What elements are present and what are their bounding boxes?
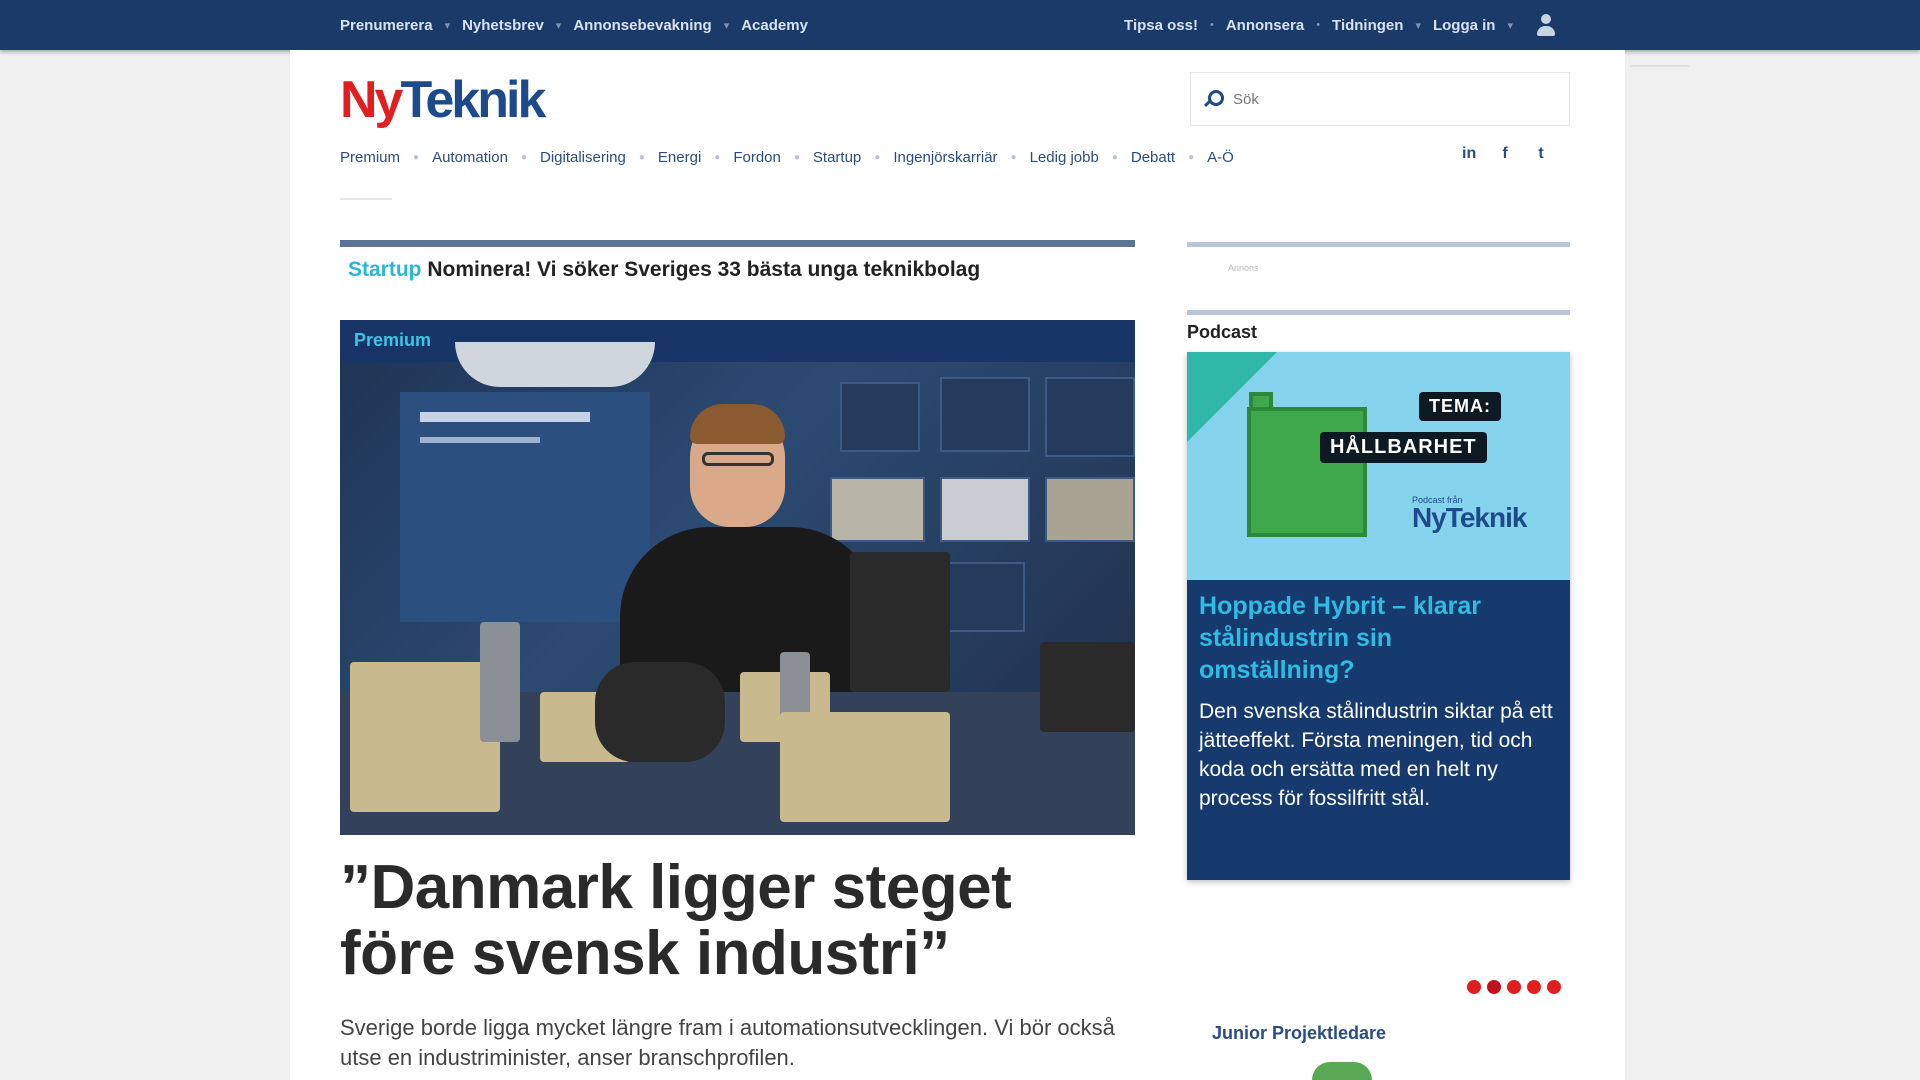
top-nav-left: Prenumerera ▾ Nyhetsbrev ▾ Annonsebevakn…	[340, 0, 808, 50]
carousel-dot[interactable]	[1527, 980, 1541, 994]
factory-icon	[1247, 407, 1367, 537]
hero-image	[340, 342, 1135, 835]
carousel-dot[interactable]	[1547, 980, 1561, 994]
nav-automation[interactable]: Automation	[432, 149, 508, 166]
login-link[interactable]: Logga in	[1433, 17, 1496, 34]
wall-panel	[940, 377, 1030, 452]
wall-panel	[940, 477, 1030, 542]
chevron-down-icon: ▾	[444, 19, 451, 32]
separator: ●	[1111, 151, 1118, 163]
machine-part	[780, 712, 950, 822]
separator: ●	[793, 151, 800, 163]
sidebar-rule	[1187, 310, 1570, 315]
divider	[340, 198, 392, 200]
kicker-text: Nominera! Vi söker Sveriges 33 bästa ung…	[427, 258, 981, 281]
rail-divider	[1630, 65, 1690, 67]
logo-ny: Ny	[340, 71, 404, 129]
topnav-ads[interactable]: Annonsebevakning	[573, 17, 711, 34]
nav-vehicles[interactable]: Fordon	[733, 149, 781, 166]
separator: •	[1316, 19, 1321, 31]
nav-startup[interactable]: Startup	[813, 149, 861, 166]
topnav-academy[interactable]: Academy	[741, 17, 808, 34]
chevron-down-icon: ▾	[555, 19, 562, 32]
ad-label: Annons	[1228, 263, 1259, 273]
topnav-tips[interactable]: Tipsa oss!	[1124, 17, 1198, 34]
separator: ●	[714, 151, 721, 163]
top-bar: Prenumerera ▾ Nyhetsbrev ▾ Annonsebevakn…	[0, 0, 1920, 50]
wall-panel	[1045, 477, 1135, 542]
poster	[400, 392, 650, 622]
separator: ●	[1188, 151, 1195, 163]
topnav-advertise[interactable]: Annonsera	[1226, 17, 1304, 34]
logo-teknik: Teknik	[400, 71, 546, 129]
article-headline[interactable]: ”Danmark ligger steget före svensk indus…	[340, 855, 1140, 987]
hero-article[interactable]: Premium	[340, 320, 1135, 835]
chevron-down-icon: ▾	[1415, 19, 1421, 32]
wall-panel	[1045, 377, 1135, 457]
kicker-tag: Startup	[348, 258, 422, 281]
nav-career[interactable]: Ingenjörskarriär	[893, 149, 997, 166]
nav-premium[interactable]: Premium	[340, 149, 400, 166]
job-listing-title[interactable]: Junior Projektledare	[1212, 1023, 1386, 1044]
wall-panel	[840, 382, 920, 452]
chevron-down-icon: ▾	[723, 19, 730, 32]
podcast-description: Den svenska stålindustrin siktar på ett …	[1199, 700, 1553, 810]
podcast-card[interactable]: TEMA: HÅLLBARHET Podcast från NyTeknik H…	[1187, 352, 1570, 880]
top-nav-right: Tipsa oss! • Annonsera • Tidningen ▾ Log…	[1124, 0, 1557, 50]
facebook-icon[interactable]: f	[1498, 145, 1512, 163]
topnav-newsletter[interactable]: Nyhetsbrev	[462, 17, 544, 34]
social-links: in f t	[1462, 145, 1548, 163]
separator: •	[1209, 19, 1214, 31]
topnav-magazine[interactable]: Tidningen	[1332, 17, 1403, 34]
nav-debate[interactable]: Debatt	[1131, 149, 1175, 166]
carousel-dot[interactable]	[1507, 980, 1521, 994]
machine-part	[850, 552, 950, 692]
machine-part	[1040, 642, 1135, 732]
glasses	[702, 452, 774, 466]
plant-image	[1312, 1062, 1372, 1080]
separator: ●	[520, 151, 527, 163]
nav-a-z[interactable]: A-Ö	[1207, 149, 1234, 166]
podcast-tag-theme: TEMA:	[1419, 392, 1501, 421]
premium-badge: Premium	[354, 330, 432, 350]
search-input[interactable]	[1233, 90, 1553, 108]
carousel-dot[interactable]	[1467, 980, 1481, 994]
twitter-icon[interactable]: t	[1534, 145, 1548, 163]
nav-jobs[interactable]: Ledig jobb	[1030, 149, 1099, 166]
lamp	[455, 342, 655, 387]
section-nav: Premium ● Automation ● Digitalisering ● …	[340, 145, 1234, 169]
chevron-down-icon: ▾	[1507, 19, 1513, 32]
separator: ●	[413, 151, 420, 163]
topnav-subscribe[interactable]: Prenumerera	[340, 17, 433, 34]
nav-energy[interactable]: Energi	[658, 149, 701, 166]
machine-part	[480, 622, 520, 742]
separator: ●	[1010, 151, 1017, 163]
kicker-headline[interactable]: Startup Nominera! Vi söker Sveriges 33 b…	[348, 258, 980, 282]
carousel-dot-active[interactable]	[1487, 980, 1501, 994]
machine-part	[595, 662, 725, 762]
sidebar-rule	[1187, 242, 1570, 247]
podcast-title[interactable]: Hoppade Hybrit – klarar stålindustrin si…	[1199, 590, 1554, 686]
article-ingress: Sverige borde ligga mycket längre fram i…	[340, 1015, 1115, 1070]
nav-digitalisation[interactable]: Digitalisering	[540, 149, 626, 166]
wall-panel	[940, 562, 1025, 632]
linkedin-icon[interactable]: in	[1462, 145, 1476, 163]
separator: ●	[874, 151, 881, 163]
podcast-tag-topic: HÅLLBARHET	[1320, 432, 1487, 463]
person-hair	[690, 404, 785, 444]
machine-part	[350, 662, 500, 812]
section-rule	[340, 240, 1135, 247]
separator: ●	[638, 151, 645, 163]
search-icon[interactable]	[1203, 90, 1224, 108]
podcast-image: TEMA: HÅLLBARHET Podcast från NyTeknik	[1187, 352, 1570, 580]
site-logo[interactable]: NyTeknik	[340, 70, 546, 130]
podcast-brand: NyTeknik	[1412, 502, 1527, 533]
podcast-label: Podcast	[1187, 322, 1258, 342]
wall-panel	[830, 477, 925, 542]
search-box	[1190, 72, 1570, 126]
user-icon[interactable]	[1535, 12, 1557, 38]
carousel-dots	[1467, 980, 1561, 994]
